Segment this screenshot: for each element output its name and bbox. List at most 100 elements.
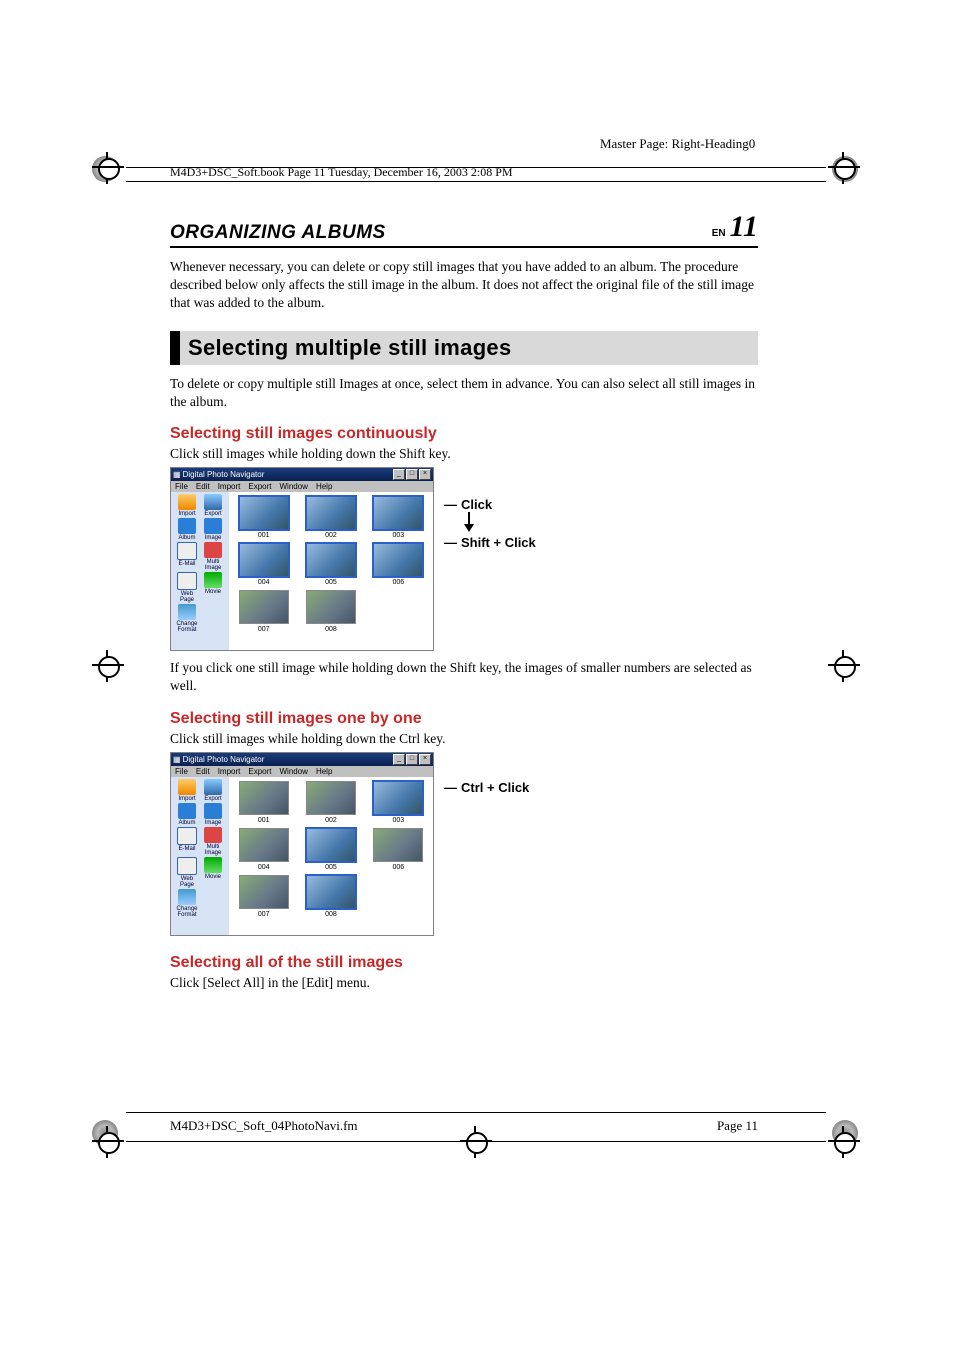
sidebar: Import Export Album Image E-Mail Multi I… <box>171 777 229 935</box>
sidebar-label: Web Page <box>180 591 194 603</box>
app-window: ▦ Digital Photo Navigator _ □ × File Edi… <box>170 752 434 936</box>
thumb-label: 007 <box>233 911 294 918</box>
sidebar-label: Export <box>204 511 221 517</box>
sidebar-album[interactable]: Album <box>176 518 198 541</box>
thumbnail[interactable]: 008 <box>300 875 361 918</box>
callout-shift-click: Shift + Click <box>461 535 536 550</box>
sidebar-email[interactable]: E-Mail <box>176 542 198 571</box>
sidebar-web-page[interactable]: Web Page <box>176 857 198 888</box>
movie-icon <box>204 857 222 873</box>
sidebar-image[interactable]: Image <box>202 803 224 826</box>
callout-leader: — <box>444 780 457 795</box>
arrow-down-icon <box>462 512 476 532</box>
sec1-after: If you click one still image while holdi… <box>170 659 758 695</box>
thumbnail[interactable]: 007 <box>233 590 294 633</box>
minimize-icon[interactable]: _ <box>393 469 405 480</box>
sidebar-multi-image[interactable]: Multi Image <box>202 827 224 856</box>
menu-window[interactable]: Window <box>279 767 307 776</box>
minimize-icon[interactable]: _ <box>393 754 405 765</box>
close-icon[interactable]: × <box>419 469 431 480</box>
section-banner: Selecting multiple still images <box>170 331 758 365</box>
thumbnail[interactable]: 003 <box>368 781 429 824</box>
album-icon <box>178 518 196 534</box>
menu-bar: File Edit Import Export Window Help <box>171 481 433 492</box>
menu-export[interactable]: Export <box>248 482 271 491</box>
sidebar-label: Album <box>178 820 195 826</box>
sec1-heading: Selecting still images continuously <box>170 425 758 443</box>
thumbnail[interactable]: 006 <box>368 828 429 871</box>
sidebar-image[interactable]: Image <box>202 518 224 541</box>
menu-edit[interactable]: Edit <box>196 482 210 491</box>
sec1-figure-row: ▦ Digital Photo Navigator _ □ × File Edi… <box>170 467 758 651</box>
thumb-label: 001 <box>233 532 294 539</box>
maximize-icon[interactable]: □ <box>406 754 418 765</box>
sidebar-label: Multi Image <box>205 559 222 571</box>
thumbnail[interactable]: 004 <box>233 543 294 586</box>
menu-window[interactable]: Window <box>279 482 307 491</box>
menu-file[interactable]: File <box>175 767 188 776</box>
registration-mark <box>92 1126 124 1158</box>
thumbnail[interactable]: 005 <box>300 828 361 871</box>
registration-mark <box>828 152 860 184</box>
sidebar-label: Album <box>178 535 195 541</box>
thumbnail[interactable]: 004 <box>233 828 294 871</box>
thumbnail[interactable]: 007 <box>233 875 294 918</box>
thumb-label: 008 <box>300 911 361 918</box>
sidebar-import[interactable]: Import <box>176 779 198 802</box>
thumb-label: 006 <box>368 864 429 871</box>
menu-help[interactable]: Help <box>316 767 332 776</box>
footer-overline <box>126 1112 826 1113</box>
menu-bar: File Edit Import Export Window Help <box>171 766 433 777</box>
sidebar-export[interactable]: Export <box>202 779 224 802</box>
sidebar-export[interactable]: Export <box>202 494 224 517</box>
sidebar-album[interactable]: Album <box>176 803 198 826</box>
sidebar-email[interactable]: E-Mail <box>176 827 198 856</box>
app-icon: ▦ <box>173 755 181 764</box>
export-icon <box>204 494 222 510</box>
sidebar-label: Change Format <box>176 906 197 918</box>
sidebar-web-page[interactable]: Web Page <box>176 572 198 603</box>
thumbnail[interactable]: 003 <box>368 496 429 539</box>
sec2-figure-row: ▦ Digital Photo Navigator _ □ × File Edi… <box>170 752 758 936</box>
sidebar-label: Export <box>204 796 221 802</box>
sidebar-import[interactable]: Import <box>176 494 198 517</box>
footer-meta: M4D3+DSC_Soft_04PhotoNavi.fm Page 11 <box>170 1118 758 1134</box>
sec1-callouts: —Click —Shift + Click <box>444 467 536 550</box>
menu-import[interactable]: Import <box>218 482 241 491</box>
thumb-label: 002 <box>300 817 361 824</box>
menu-import[interactable]: Import <box>218 767 241 776</box>
thumbnail[interactable]: 005 <box>300 543 361 586</box>
menu-export[interactable]: Export <box>248 767 271 776</box>
thumb-label: 005 <box>300 864 361 871</box>
sidebar-movie[interactable]: Movie <box>202 857 224 888</box>
close-icon[interactable]: × <box>419 754 431 765</box>
title-bar: ▦ Digital Photo Navigator _ □ × <box>171 468 433 481</box>
thumbnail[interactable]: 002 <box>300 781 361 824</box>
sidebar: Import Export Album Image E-Mail Multi I… <box>171 492 229 650</box>
menu-file[interactable]: File <box>175 482 188 491</box>
registration-mark <box>828 1126 860 1158</box>
web-page-icon <box>177 572 197 590</box>
thumbnail[interactable]: 008 <box>300 590 361 633</box>
thumbnail[interactable]: 006 <box>368 543 429 586</box>
thumbnail[interactable]: 002 <box>300 496 361 539</box>
thumbnail[interactable]: 001 <box>233 496 294 539</box>
thumb-label: 002 <box>300 532 361 539</box>
chapter-lang: EN <box>712 228 726 239</box>
sidebar-movie[interactable]: Movie <box>202 572 224 603</box>
page-content: ORGANIZING ALBUMS EN 11 Whenever necessa… <box>170 210 758 991</box>
menu-edit[interactable]: Edit <box>196 767 210 776</box>
menu-help[interactable]: Help <box>316 482 332 491</box>
sidebar-multi-image[interactable]: Multi Image <box>202 542 224 571</box>
thumbnail[interactable]: 001 <box>233 781 294 824</box>
registration-mark <box>828 650 860 682</box>
sec2-instruction: Click still images while holding down th… <box>170 731 758 747</box>
album-icon <box>178 803 196 819</box>
banner-accent <box>170 331 180 365</box>
intro-paragraph: Whenever necessary, you can delete or co… <box>170 258 758 313</box>
sidebar-change-format[interactable]: Change Format <box>176 604 198 633</box>
maximize-icon[interactable]: □ <box>406 469 418 480</box>
sidebar-label: E-Mail <box>178 561 195 567</box>
registration-mark <box>92 152 124 184</box>
sidebar-change-format[interactable]: Change Format <box>176 889 198 918</box>
